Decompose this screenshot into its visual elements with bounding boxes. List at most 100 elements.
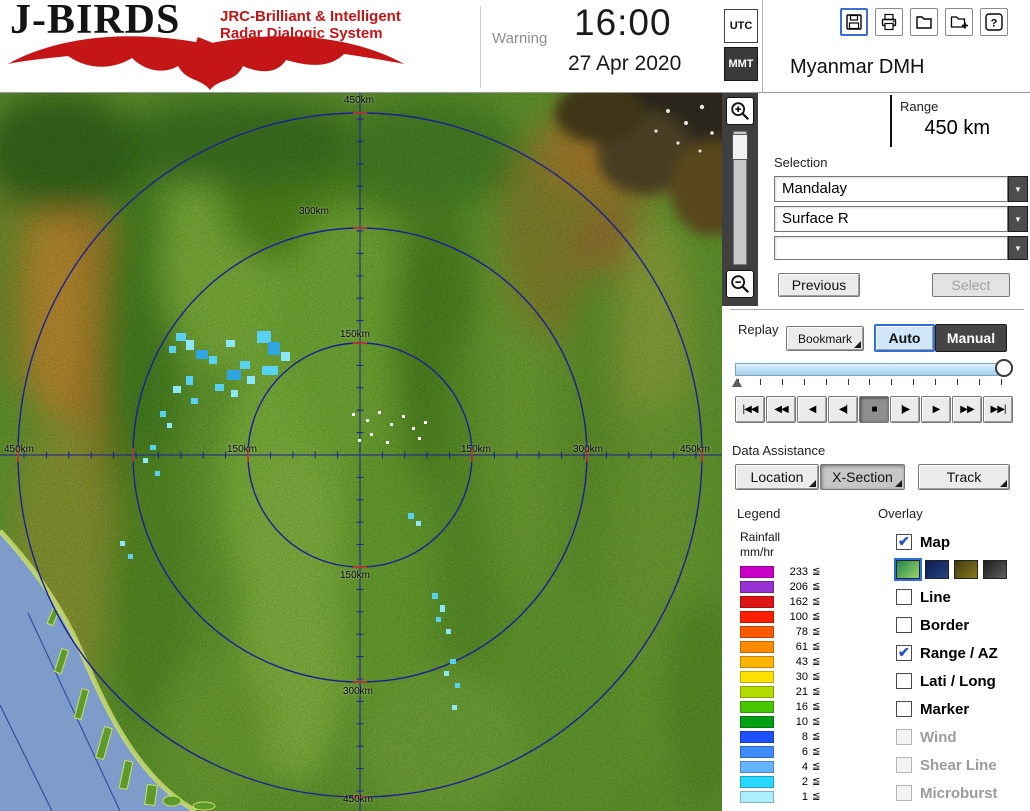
save-button[interactable] (840, 8, 868, 36)
overlay-border[interactable]: Border (896, 611, 1026, 639)
legend-color-swatch (740, 670, 774, 683)
legend-color-swatch (740, 730, 774, 743)
timeline-thumb[interactable] (995, 359, 1013, 377)
chevron-down-icon[interactable]: ▼ (1008, 206, 1028, 232)
track-button[interactable]: Track (918, 464, 1010, 490)
overlay-microburst[interactable]: Microburst (896, 779, 1026, 807)
legend-color-swatch (740, 700, 774, 713)
overlay-range-az-checkbox[interactable] (896, 644, 912, 661)
help-button[interactable]: ? (980, 8, 1008, 36)
zoom-slider[interactable] (732, 131, 748, 265)
playback-skip-end-button[interactable]: ▶▶| (983, 396, 1013, 423)
less-equal-icon: ≦ (812, 776, 821, 787)
overlay-lati-long[interactable]: Lati / Long (896, 667, 1026, 695)
save-icon (846, 14, 862, 30)
site-dropdown[interactable]: Mandalay ▼ (774, 176, 1028, 202)
option-dropdown[interactable]: ▼ (774, 236, 1028, 260)
legend-value: 233 (789, 565, 808, 578)
chevron-down-icon[interactable]: ▼ (1008, 236, 1028, 260)
map-style-terrain-swatch[interactable] (894, 558, 922, 581)
manual-mode-button[interactable]: Manual (935, 324, 1007, 352)
playback-next-frame-button[interactable]: |▶ (890, 396, 920, 423)
control-panel: Range 450 km Selection Mandalay ▼ Surfac… (722, 93, 1030, 811)
chevron-down-icon[interactable]: ▼ (1008, 176, 1028, 202)
legend-row: 162 ≦ (740, 594, 820, 609)
radar-map[interactable]: 450km 300km 150km 150km 300km 450km 450km 150km… (0, 93, 722, 811)
eagle-logo-icon (8, 36, 404, 90)
bookmark-button[interactable]: Bookmark (786, 326, 864, 351)
zoom-slider-thumb[interactable] (732, 134, 748, 160)
legend-color-swatch (740, 775, 774, 788)
legend-color-swatch (740, 685, 774, 698)
legend-value: 100 (789, 610, 808, 623)
playback-step-back-button[interactable]: ◀ (797, 396, 827, 423)
legend-color-swatch (740, 610, 774, 623)
auto-mode-button[interactable]: Auto (874, 324, 935, 352)
import-export-button[interactable] (945, 8, 973, 36)
header-divider (480, 6, 481, 88)
mmt-button[interactable]: MMT (724, 47, 758, 81)
site-dropdown-value[interactable]: Mandalay (774, 176, 1008, 202)
playback-fast-forward-button[interactable]: ▶▶ (952, 396, 982, 423)
print-button[interactable] (875, 8, 903, 36)
playback-fast-rewind-button[interactable]: ◀◀ (766, 396, 796, 423)
utc-button[interactable]: UTC (724, 9, 758, 43)
less-equal-icon: ≦ (812, 761, 821, 772)
legend-value: 1 (801, 790, 808, 803)
product-dropdown[interactable]: Surface R ▼ (774, 206, 1028, 232)
timeline-tick (803, 379, 805, 385)
overlay-shear-line[interactable]: Shear Line (896, 751, 1026, 779)
bookmark-label: Bookmark (797, 331, 853, 346)
less-equal-icon: ≦ (812, 656, 821, 667)
zoom-out-button[interactable] (726, 270, 754, 298)
legend-color-swatch (740, 595, 774, 608)
x-section-button[interactable]: X-Section (820, 464, 905, 490)
legend-value: 43 (795, 655, 808, 668)
radar-map-svg[interactable] (0, 93, 722, 811)
legend-color-swatch (740, 715, 774, 728)
overlay-wind[interactable]: Wind (896, 723, 1026, 751)
less-equal-icon: ≦ (812, 701, 821, 712)
menu-corner-icon (854, 341, 861, 348)
location-label: Location (750, 469, 804, 485)
legend-row: 8 ≦ (740, 729, 820, 744)
map-style-navy-swatch[interactable] (925, 560, 949, 579)
legend-row: 61 ≦ (740, 639, 820, 654)
open-folder-icon (916, 16, 932, 29)
help-icon: ? (985, 13, 1003, 31)
overlay-range-az[interactable]: Range / AZ (896, 639, 1026, 667)
overlay-marker-checkbox[interactable] (896, 701, 912, 717)
select-button[interactable]: Select (932, 273, 1010, 297)
timeline-tick (759, 379, 761, 385)
overlay-map-checkbox[interactable] (896, 533, 912, 550)
overlay-line-checkbox[interactable] (896, 589, 912, 605)
import-export-icon (950, 16, 968, 29)
playback-stop-button[interactable]: ■ (859, 396, 889, 423)
product-dropdown-value[interactable]: Surface R (774, 206, 1008, 232)
less-equal-icon: ≦ (812, 671, 821, 682)
map-style-olive-swatch[interactable] (954, 560, 978, 579)
timeline-track[interactable] (735, 363, 1005, 376)
less-equal-icon: ≦ (812, 596, 821, 607)
previous-button[interactable]: Previous (778, 273, 860, 297)
open-folder-button[interactable] (910, 8, 938, 36)
overlay-lati-long-checkbox[interactable] (896, 673, 912, 689)
map-style-gray-swatch[interactable] (983, 560, 1007, 579)
zoom-in-button[interactable] (726, 97, 754, 125)
header: J-BIRDS JRC-Brilliant & Intelligent Rada… (0, 0, 1030, 93)
overlay-marker[interactable]: Marker (896, 695, 1026, 723)
legend-levels: 233 ≦ 206 ≦ 162 ≦ 100 ≦ 78 ≦ 61 ≦ 43 ≦ 30 ≦ 21 ≦ 16 ≦ 10 ≦ 8 ≦ 6… (740, 564, 820, 804)
replay-timeline[interactable] (732, 358, 1017, 392)
playback-prev-frame-button[interactable]: ◀| (828, 396, 858, 423)
warning-label[interactable]: Warning (492, 30, 547, 47)
overlay-border-checkbox[interactable] (896, 617, 912, 633)
overlay-map[interactable]: Map (896, 528, 1026, 556)
option-dropdown-value[interactable] (774, 236, 1008, 260)
playback-step-forward-button[interactable]: ▶ (921, 396, 951, 423)
legend-color-swatch (740, 745, 774, 758)
overlay-shear-line-checkbox (896, 757, 912, 773)
legend-color-swatch (740, 580, 774, 593)
overlay-line[interactable]: Line (896, 583, 1026, 611)
location-button[interactable]: Location (735, 464, 819, 490)
playback-skip-start-button[interactable]: |◀◀ (735, 396, 765, 423)
